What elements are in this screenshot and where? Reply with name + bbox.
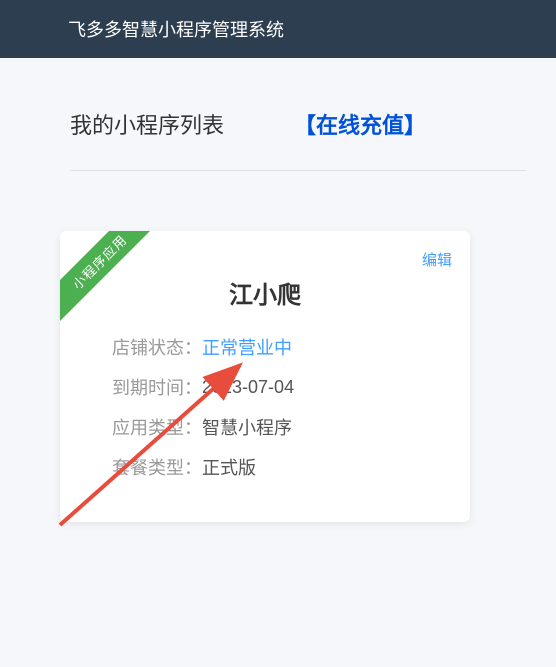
- value-status: 正常营业中: [202, 334, 292, 360]
- label-status: 店铺状态：: [112, 334, 202, 360]
- edit-button[interactable]: 编辑: [422, 249, 452, 270]
- system-title: 飞多多智慧小程序管理系统: [68, 20, 284, 40]
- miniprogram-card: 小程序应用 编辑 江小爬 店铺状态： 正常营业中 到期时间： 2023-07-0…: [60, 231, 470, 522]
- system-header: 飞多多智慧小程序管理系统: [0, 0, 556, 58]
- list-title: 我的小程序列表: [70, 108, 224, 140]
- info-list: 店铺状态： 正常营业中 到期时间： 2023-07-04 应用类型： 智慧小程序…: [80, 334, 450, 480]
- value-expiry: 2023-07-04: [202, 377, 294, 398]
- row-status: 店铺状态： 正常营业中: [112, 334, 450, 360]
- content-area: 我的小程序列表 【在线充值】 小程序应用 编辑 江小爬 店铺状态： 正常营业中 …: [0, 58, 556, 552]
- value-package: 正式版: [202, 454, 256, 480]
- row-expiry: 到期时间： 2023-07-04: [112, 374, 450, 400]
- shop-name: 江小爬: [80, 275, 450, 310]
- value-apptype: 智慧小程序: [202, 414, 292, 440]
- label-apptype: 应用类型：: [112, 414, 202, 440]
- row-apptype: 应用类型： 智慧小程序: [112, 414, 450, 440]
- card-area: 小程序应用 编辑 江小爬 店铺状态： 正常营业中 到期时间： 2023-07-0…: [60, 231, 526, 522]
- row-package: 套餐类型： 正式版: [112, 454, 450, 480]
- label-package: 套餐类型：: [112, 454, 202, 480]
- list-header: 我的小程序列表 【在线充值】: [70, 108, 526, 171]
- label-expiry: 到期时间：: [112, 374, 202, 400]
- recharge-link[interactable]: 【在线充值】: [294, 108, 426, 140]
